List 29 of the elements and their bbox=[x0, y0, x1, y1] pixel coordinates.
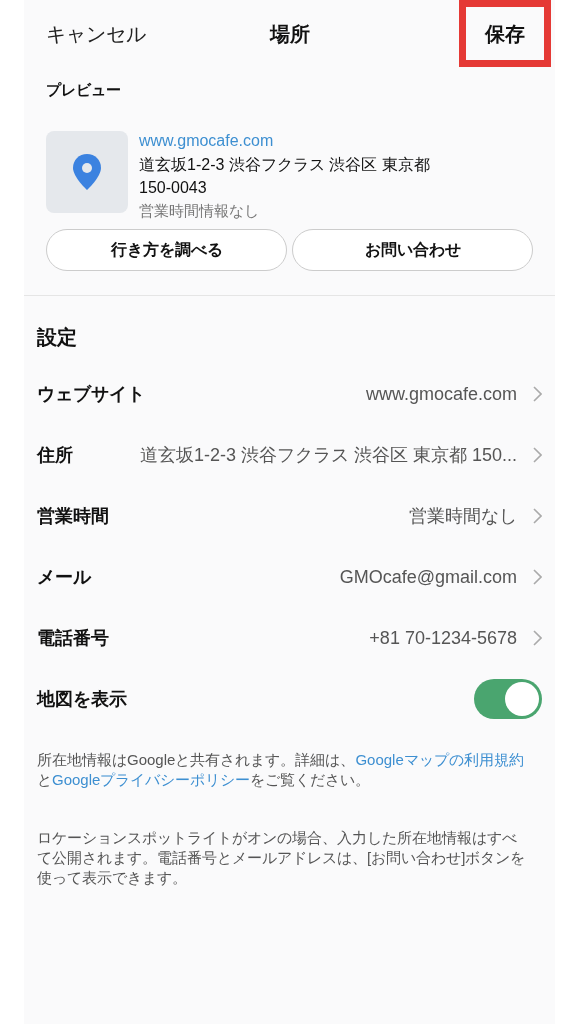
toggle-switch[interactable] bbox=[474, 679, 542, 719]
setting-row-button[interactable]: 営業時間なし bbox=[125, 502, 542, 530]
chevron-right-icon bbox=[533, 508, 542, 524]
cancel-button[interactable]: キャンセル bbox=[46, 18, 146, 49]
window-title: 場所 bbox=[269, 21, 310, 47]
setting-row-button[interactable]: www.gmocafe.com bbox=[161, 380, 542, 408]
setting-label: 電話番号 bbox=[37, 626, 109, 650]
save-button[interactable]: 保存 bbox=[459, 0, 551, 67]
setting-row-button[interactable]: +81 70-1234-5678 bbox=[125, 624, 542, 652]
section-title: 設定 bbox=[37, 324, 78, 350]
setting-label: 住所 bbox=[37, 443, 73, 467]
location-pin-icon bbox=[72, 153, 102, 190]
setting-label: メール bbox=[37, 565, 91, 589]
chevron-right-icon bbox=[533, 386, 542, 402]
chevron-right-icon bbox=[533, 447, 542, 463]
setting-label: ウェブサイト bbox=[37, 382, 145, 406]
setting-label: 地図を表示 bbox=[37, 687, 127, 711]
section-label: プレビュー bbox=[46, 80, 122, 100]
action-button[interactable]: お問い合わせ bbox=[292, 228, 533, 271]
setting-row-button[interactable]: 道玄坂1-2-3 渋谷フクラス 渋谷区 東京都 150... bbox=[89, 441, 542, 469]
setting-label: 営業時間 bbox=[37, 504, 109, 528]
note-text: ロケーションスポットライトがオンの場合、入力した所在地情報はすべて公開されます。電話番号とメールアドレスは、[お問い合わせ]ボタンを使って表示できます。 bbox=[37, 827, 527, 888]
address-text: 道玄坂1-2-3 渋谷フクラス 渋谷区 東京都 150-0043 bbox=[139, 154, 431, 198]
setting-row-button[interactable]: GMOcafe@gmail.com bbox=[107, 563, 542, 591]
chevron-right-icon bbox=[533, 569, 542, 585]
chevron-right-icon bbox=[533, 630, 542, 646]
note-text: 所在地情報はGoogleと共有されます。詳細は、Googleマップの利用規約 とGoogleプライバシーポリシーをご覧ください。 bbox=[37, 749, 525, 790]
hours-text: 営業時間情報なし bbox=[139, 200, 260, 221]
action-button[interactable]: 行き方を調べる bbox=[46, 228, 287, 271]
